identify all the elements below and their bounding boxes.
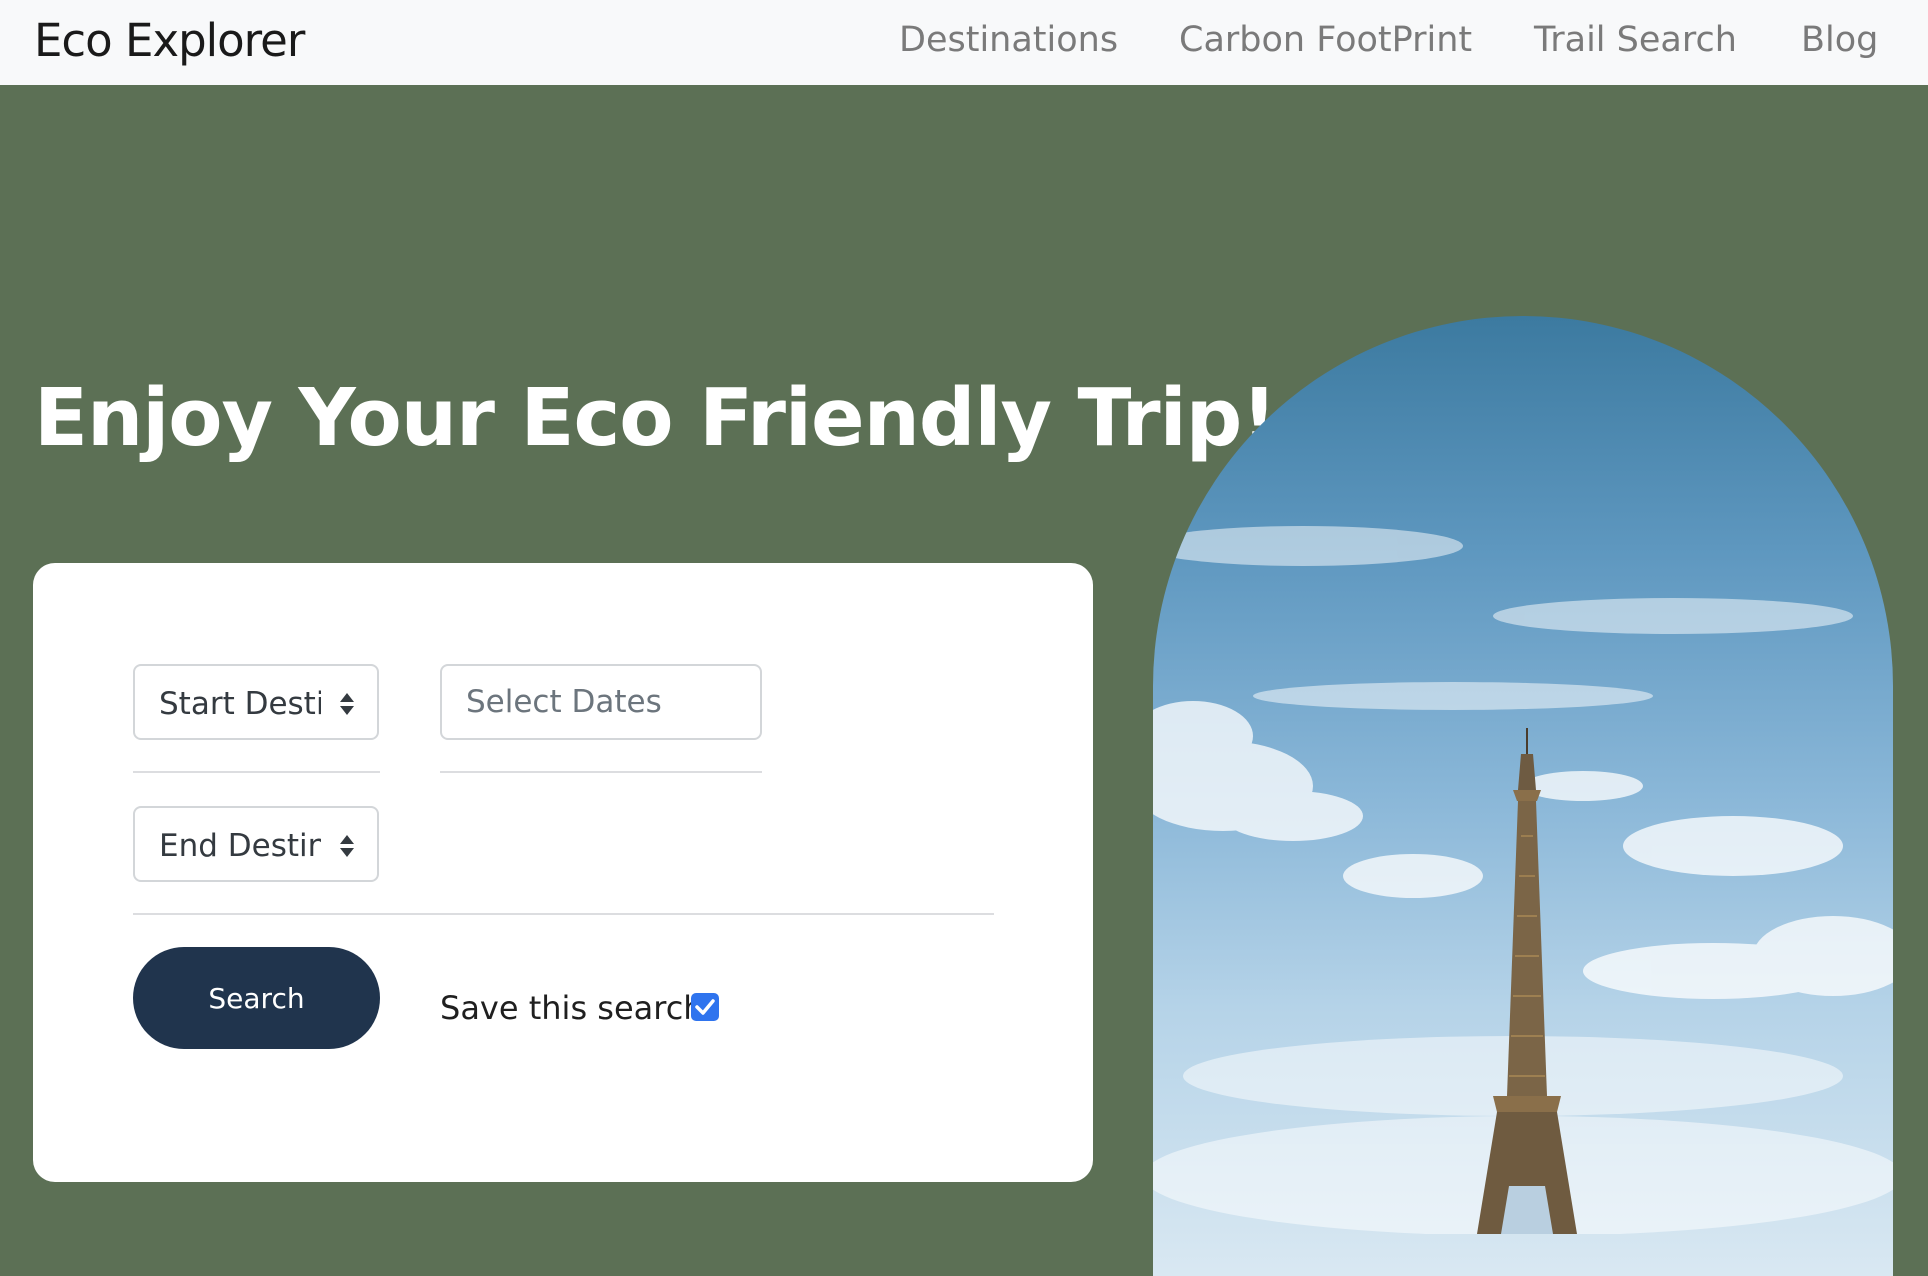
select-dates-input[interactable] (442, 666, 760, 738)
divider (133, 771, 380, 773)
hero-image (1153, 316, 1893, 1276)
select-dates-field[interactable] (440, 664, 762, 740)
save-search-label: Save this search (440, 989, 704, 1027)
brand-logo[interactable]: Eco Explorer (34, 14, 305, 67)
nav-link-carbon-footprint[interactable]: Carbon FootPrint (1179, 20, 1472, 60)
eiffel-tower-icon (1477, 728, 1577, 1234)
nav-link-blog[interactable]: Blog (1801, 20, 1878, 60)
search-card: Start Destination End Destination Search… (33, 563, 1093, 1182)
select-arrows-icon (340, 693, 354, 715)
checkmark-icon (695, 999, 715, 1015)
nav-link-trail-search[interactable]: Trail Search (1534, 20, 1737, 60)
save-search-checkbox[interactable] (691, 993, 719, 1021)
end-destination-select[interactable]: End Destination (133, 806, 379, 882)
divider (133, 913, 994, 915)
search-button[interactable]: Search (133, 947, 380, 1049)
hero-title: Enjoy Your Eco Friendly Trip! (34, 372, 1277, 464)
nav-link-destinations[interactable]: Destinations (899, 20, 1118, 60)
eiffel-tower-photo (1153, 526, 1893, 1236)
divider (440, 771, 762, 773)
start-destination-select[interactable]: Start Destination (133, 664, 379, 740)
select-arrows-icon (340, 835, 354, 857)
navbar: Eco Explorer Destinations Carbon FootPri… (0, 0, 1928, 85)
end-destination-value: End Destination (159, 828, 321, 864)
start-destination-value: Start Destination (159, 686, 321, 722)
